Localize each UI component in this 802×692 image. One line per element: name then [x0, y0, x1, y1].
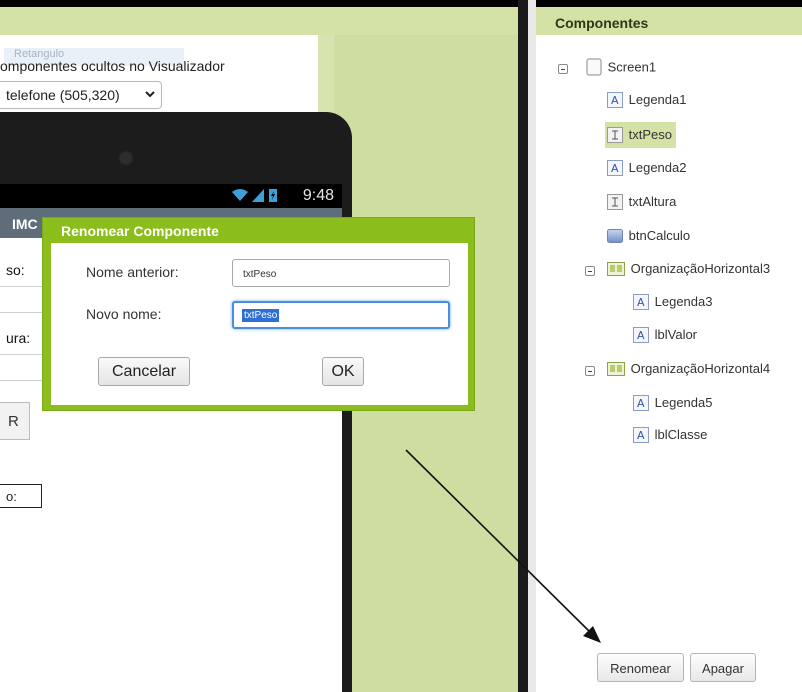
tree-node-legenda3[interactable]: A Legenda3	[633, 293, 712, 317]
tree-node-btncalculo[interactable]: btnCalculo	[607, 227, 690, 251]
tree-node-lblclasse[interactable]: A lblClasse	[633, 426, 707, 450]
tree-node-label: lblClasse	[654, 427, 708, 443]
delete-button[interactable]: Apagar	[690, 653, 756, 682]
old-name-field[interactable]: txtPeso	[232, 259, 450, 287]
tree-node-legenda5[interactable]: A Legenda5	[633, 394, 712, 418]
screen-size-select[interactable]: telefone (505,320)	[0, 81, 162, 109]
cancel-button[interactable]: Cancelar	[98, 357, 190, 386]
ok-button-label: OK	[331, 363, 355, 380]
tree-node-label: txtAltura	[628, 194, 677, 210]
app-title: IMC	[12, 216, 38, 232]
signal-icon	[252, 189, 265, 202]
calculate-button-label: R	[8, 413, 19, 430]
tree-node-lblvalor[interactable]: A lblValor	[633, 326, 697, 350]
viewer-header	[0, 7, 518, 35]
viewer-panel: Retangulo omponentes ocultos no Visualiz…	[0, 0, 518, 692]
horizontal-arrangement-icon	[607, 361, 625, 376]
battery-icon	[269, 189, 277, 202]
tree-node-label: btnCalculo	[628, 228, 691, 244]
tree-node-label: txtPeso	[628, 127, 672, 143]
label-icon: A	[633, 426, 649, 443]
svg-text:A: A	[637, 397, 645, 410]
tree-node-txtpeso[interactable]: txtPeso	[605, 122, 676, 148]
height-label: ura:	[6, 330, 31, 346]
wifi-icon	[231, 189, 248, 201]
label-icon: A	[633, 326, 649, 343]
svg-text:A: A	[637, 429, 645, 442]
label-icon: A	[633, 293, 649, 310]
tree-node-organizacao4[interactable]: OrganizaçãoHorizontal4	[607, 360, 770, 384]
components-header: Componentes	[536, 7, 802, 35]
status-time: 9:48	[302, 187, 334, 204]
collapse-toggle-organizacao4[interactable]	[585, 366, 595, 376]
textbox-icon	[607, 193, 623, 210]
tree-node-label: OrganizaçãoHorizontal4	[630, 361, 771, 377]
old-name-value: txtPeso	[243, 269, 277, 280]
label-icon: A	[633, 394, 649, 411]
tree-node-screen1[interactable]: Screen1	[586, 58, 656, 82]
ok-button[interactable]: OK	[322, 357, 364, 386]
component-tree: Screen1 A Legenda1 txtPeso A Legenda2 tx…	[536, 35, 802, 635]
new-name-value: txtPeso	[242, 309, 280, 322]
horizontal-arrangement-icon	[607, 261, 625, 276]
tree-node-label: Screen1	[607, 59, 657, 75]
rename-button[interactable]: Renomear	[597, 653, 684, 682]
tree-node-legenda1[interactable]: A Legenda1	[607, 91, 686, 115]
phone-camera	[120, 152, 132, 164]
svg-text:A: A	[611, 162, 619, 175]
dialog-title: Renomear Componente	[61, 223, 219, 239]
svg-text:A: A	[637, 296, 645, 309]
new-name-input[interactable]: txtPeso	[232, 301, 450, 329]
tree-node-label: OrganizaçãoHorizontal3	[630, 261, 771, 277]
components-panel: Componentes Screen1 A Legenda1 txtPeso A…	[528, 0, 802, 692]
delete-button-label: Apagar	[702, 661, 744, 676]
collapse-toggle-organizacao3[interactable]	[585, 266, 595, 276]
hidden-components-checkbox-label[interactable]: omponentes ocultos no Visualizador	[0, 58, 225, 74]
label-icon: A	[607, 159, 623, 176]
tree-node-txtaltura[interactable]: txtAltura	[607, 193, 676, 217]
screen-size-value: telefone (505,320)	[6, 87, 120, 103]
dialog-body: Nome anterior: txtPeso Novo nome: txtPes…	[51, 243, 468, 405]
svg-text:A: A	[611, 94, 619, 107]
calculate-button[interactable]: R	[0, 402, 30, 440]
textbox-icon	[607, 126, 623, 143]
tree-node-legenda2[interactable]: A Legenda2	[607, 159, 686, 183]
viewer-top-border	[0, 0, 518, 7]
result-label-box: o:	[0, 484, 42, 508]
panel-divider[interactable]	[518, 0, 528, 692]
status-icons	[231, 188, 278, 205]
rename-button-label: Renomear	[610, 661, 671, 676]
status-bar: 9:48	[0, 184, 342, 208]
tree-node-label: lblValor	[654, 327, 698, 343]
tree-node-label: Legenda2	[628, 160, 687, 176]
weight-label: so:	[6, 262, 25, 278]
tree-node-label: Legenda5	[654, 395, 713, 411]
button-icon	[607, 228, 623, 243]
collapse-toggle-screen1[interactable]	[558, 64, 568, 74]
chevron-down-icon	[145, 91, 155, 98]
new-name-label: Novo nome:	[86, 306, 162, 322]
tree-node-label: Legenda1	[628, 92, 687, 108]
old-name-label: Nome anterior:	[86, 264, 179, 280]
tree-node-label: Legenda3	[654, 294, 713, 310]
svg-text:A: A	[637, 329, 645, 342]
hidden-components-row[interactable]: Retangulo omponentes ocultos no Visualiz…	[0, 48, 225, 74]
rename-component-dialog: Renomear Componente Nome anterior: txtPe…	[42, 217, 475, 411]
label-icon: A	[607, 91, 623, 108]
cancel-button-label: Cancelar	[111, 363, 177, 380]
components-title: Componentes	[555, 15, 649, 31]
components-top-border	[536, 0, 802, 7]
tree-node-organizacao3[interactable]: OrganizaçãoHorizontal3	[607, 260, 770, 284]
screen-icon	[586, 58, 602, 76]
result-label: o:	[6, 489, 17, 504]
